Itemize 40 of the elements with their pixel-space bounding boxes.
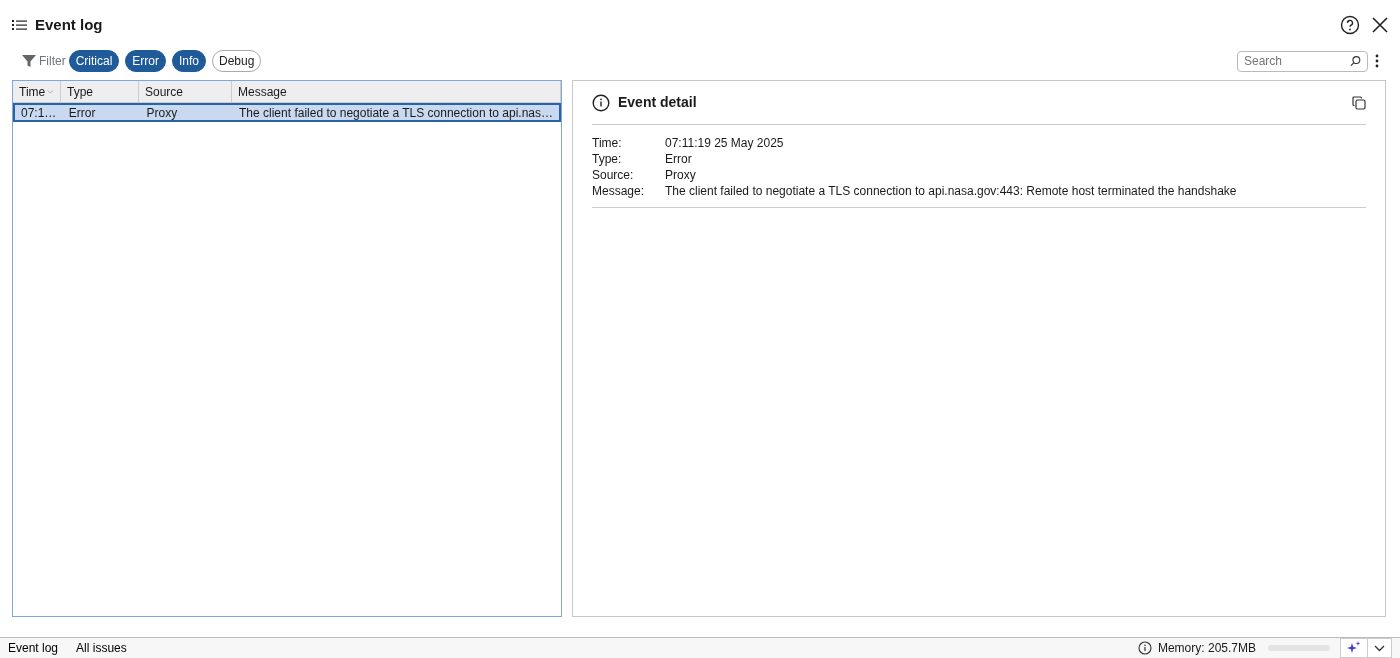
field-label: Type:	[592, 151, 623, 167]
window-title: Event log	[35, 14, 103, 35]
copy-button[interactable]	[1352, 95, 1366, 110]
table-row[interactable]: 07:1… Error Proxy The client failed to negotiate a TLS connection to api.nas…	[13, 103, 561, 122]
column-header[interactable]: Time	[13, 81, 61, 102]
memory-usage: Memory: 205.7MB	[1157, 640, 1256, 657]
list-icon	[12, 19, 27, 31]
field-value: 07:11:19 25 May 2025	[665, 135, 785, 151]
close-button[interactable]	[1372, 17, 1388, 33]
table-cell-text: 07:1…	[20, 105, 58, 120]
field-value: Proxy	[665, 167, 697, 183]
sparkle-button[interactable]	[1340, 638, 1368, 658]
search-icon	[1350, 55, 1361, 67]
chevron-down-icon	[1374, 644, 1385, 652]
field-label: Time:	[592, 135, 623, 151]
field-label: Message:	[592, 183, 646, 199]
field-value: The client failed to negotiate a TLS connection to api.nasa.gov:443: Remote host terminated the handshake	[665, 183, 1238, 199]
column-header[interactable]: Source	[139, 81, 232, 102]
filter-chip[interactable]: Critical	[68, 50, 120, 72]
status-tab[interactable]: All issues	[76, 639, 127, 657]
search-field[interactable]: Search	[1237, 50, 1368, 72]
field-label: Source:	[592, 167, 635, 183]
help-button[interactable]	[1340, 15, 1360, 35]
filter-chip[interactable]: Info	[172, 50, 207, 72]
column-header[interactable]: Message	[232, 81, 561, 102]
more-options-button[interactable]	[1374, 53, 1380, 69]
column-header[interactable]: Type	[61, 81, 139, 102]
filter-label: Filter	[39, 53, 66, 70]
info-icon	[1137, 641, 1152, 655]
table-cell-text: Proxy	[145, 105, 179, 120]
table-cell-text: The client failed to negotiate a TLS connection to api.nas…	[238, 105, 554, 120]
filter-icon	[22, 54, 36, 68]
filter-chip[interactable]: Debug	[212, 50, 262, 72]
dropdown-button[interactable]	[1368, 638, 1392, 658]
panel-title: Event detail	[618, 93, 697, 112]
status-tab[interactable]: Event log	[8, 639, 59, 657]
info-icon	[592, 93, 610, 112]
filter-chip[interactable]: Error	[125, 50, 166, 72]
field-value: Error	[665, 151, 693, 167]
table-cell-text: Error	[67, 105, 97, 120]
